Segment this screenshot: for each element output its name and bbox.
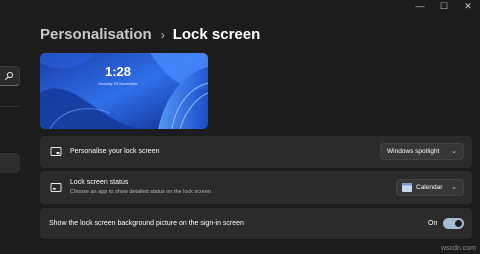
- signin-background-label: Show the lock screen background picture …: [49, 220, 244, 227]
- toggle-knob: [455, 220, 462, 227]
- lock-screen-status-dropdown[interactable]: Calendar ⌄: [396, 179, 464, 196]
- breadcrumb: Personalisation › Lock screen: [40, 26, 260, 43]
- personalise-lock-screen-label: Personalise your lock screen: [70, 148, 160, 155]
- personalise-lock-screen-dropdown[interactable]: Windows spotlight ⌄: [380, 143, 464, 160]
- calendar-icon: [402, 183, 412, 192]
- window-controls: — ☐ ✕: [408, 0, 480, 14]
- nav-divider: [0, 106, 20, 107]
- lock-screen-status-icon: [50, 182, 62, 192]
- search-box[interactable]: [0, 66, 20, 86]
- minimize-button[interactable]: —: [408, 0, 432, 14]
- nav-item-personalisation[interactable]: [0, 153, 20, 173]
- lock-screen-status-label: Lock screen status: [70, 179, 129, 186]
- lock-screen-image-icon: [50, 147, 62, 156]
- lock-screen-preview: 1:28 Monday 29 November: [40, 53, 208, 129]
- chevron-down-icon: ⌄: [451, 148, 457, 155]
- signin-background-card: Show the lock screen background picture …: [40, 208, 472, 239]
- signin-background-toggle[interactable]: [443, 218, 464, 229]
- personalise-lock-screen-card: Personalise your lock screen Windows spo…: [40, 136, 472, 168]
- lock-screen-status-description: Choose an app to show detailed status on…: [70, 189, 211, 195]
- dropdown-value: Windows spotlight: [387, 148, 440, 155]
- page-title: Lock screen: [172, 26, 261, 43]
- preview-date: Monday 29 November: [98, 81, 138, 86]
- lock-screen-status-card: Lock screen status Choose an app to show…: [40, 171, 472, 204]
- breadcrumb-personalisation[interactable]: Personalisation: [40, 26, 152, 43]
- dropdown-value: Calendar: [416, 184, 443, 191]
- close-button[interactable]: ✕: [456, 0, 480, 14]
- search-icon: [4, 71, 14, 81]
- watermark: wsxdn.com: [440, 245, 476, 252]
- chevron-down-icon: ⌄: [451, 184, 457, 191]
- navigation-pane: [0, 0, 22, 254]
- toggle-state-label: On: [428, 220, 438, 227]
- preview-time: 1:28: [104, 64, 132, 79]
- breadcrumb-separator: ›: [160, 27, 165, 42]
- maximize-button[interactable]: ☐: [432, 0, 456, 14]
